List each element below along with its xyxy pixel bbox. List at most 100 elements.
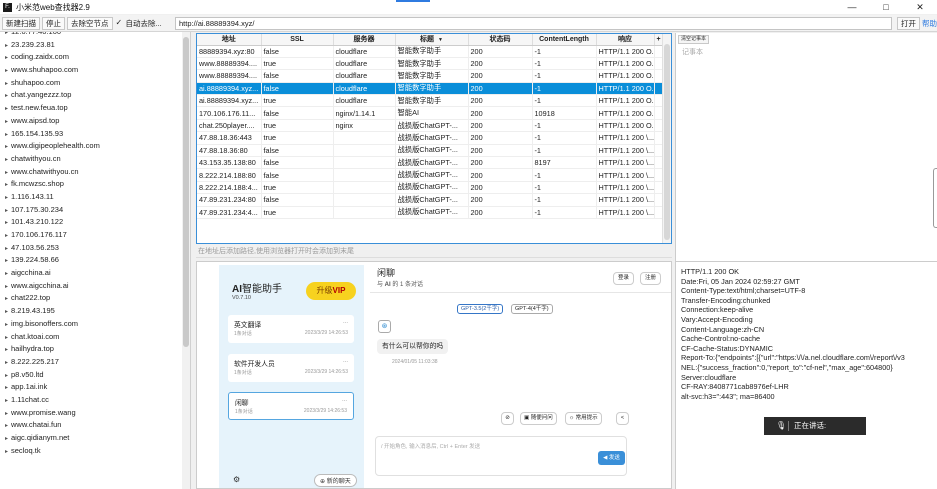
- tree-item[interactable]: 12.0.77.40.100: [0, 32, 190, 39]
- table-cell: ai.88889394.xyz...: [197, 94, 262, 108]
- table-scrollbar[interactable]: [662, 34, 671, 243]
- tree-item[interactable]: hailhydra.top: [0, 343, 190, 356]
- send-button[interactable]: ◀ 发送: [598, 451, 625, 465]
- tree-item[interactable]: aigcchina.ai: [0, 267, 190, 280]
- tree-item[interactable]: 1.11chat.cc: [0, 394, 190, 407]
- new-scan-button[interactable]: 新建扫描: [2, 16, 40, 30]
- tree-item[interactable]: chat222.top: [0, 292, 190, 305]
- stop-button[interactable]: 停止: [42, 16, 65, 30]
- tree-item[interactable]: app.1ai.ink: [0, 381, 190, 394]
- table-row[interactable]: 47.89.231.234:80 false 战损版ChatGPT-... 200 -1…: [197, 193, 664, 207]
- tree-item[interactable]: www.shuhapoo.com: [0, 64, 190, 77]
- table-row[interactable]: 170.106.176.11... false nginx/1.14.1 智能AI 20…: [197, 106, 664, 120]
- tree-item[interactable]: 23.239.23.81: [0, 39, 190, 52]
- column-header[interactable]: SSL: [261, 34, 334, 46]
- tree-item[interactable]: 47.103.56.253: [0, 242, 190, 255]
- tree-item[interactable]: 101.43.210.122: [0, 216, 190, 229]
- tree-item[interactable]: www.chatwithyou.cn: [0, 166, 190, 179]
- maximize-button[interactable]: □: [869, 0, 903, 14]
- tree-item[interactable]: secloq.tk: [0, 445, 190, 458]
- tree-item[interactable]: www.aipsd.top: [0, 115, 190, 128]
- tree-scrollbar[interactable]: [182, 32, 190, 489]
- tree-item[interactable]: www.chatai.fun: [0, 419, 190, 432]
- column-header[interactable]: 地址: [197, 34, 262, 46]
- table-row[interactable]: 47.89.231.234:4... true 战损版ChatGPT-... 200-…: [197, 206, 664, 219]
- column-header[interactable]: 状态码: [468, 34, 533, 46]
- tree-item[interactable]: www.aigcchina.ai: [0, 280, 190, 293]
- tree-item[interactable]: 1.116.143.11: [0, 191, 190, 204]
- tree-item[interactable]: chat.yangezzz.top: [0, 89, 190, 102]
- conversation-item[interactable]: 英文翻译 1条对话 2023/3/29 14:26:53...: [228, 315, 354, 343]
- tree-item[interactable]: p8.v50.ltd: [0, 369, 190, 382]
- common-prompts-button[interactable]: ☼ 常用提示: [565, 412, 602, 425]
- conversation-time: 2023/3/29 14:26:53: [304, 330, 348, 336]
- tree-item[interactable]: coding.zaidx.com: [0, 51, 190, 64]
- help-link[interactable]: 帮助: [922, 17, 937, 30]
- table-row[interactable]: 47.88.18.36:443 true 战损版ChatGPT-... 200 -1 HT…: [197, 131, 664, 145]
- table-row[interactable]: 8.222.214.188:4... true 战损版ChatGPT-... 200-…: [197, 181, 664, 195]
- settings-icon[interactable]: ⚙: [233, 475, 240, 484]
- url-input[interactable]: http://ai.88889394.xyz/: [175, 17, 892, 30]
- table-cell: true: [261, 131, 334, 145]
- tree-item[interactable]: 8.222.225.217: [0, 356, 190, 369]
- tree-item[interactable]: chat.ktoai.com: [0, 331, 190, 344]
- close-button[interactable]: ✕: [903, 0, 937, 14]
- auto-remove-checkbox[interactable]: ✓ 自动去除...: [116, 18, 162, 29]
- clear-notes-button[interactable]: 清空记事本: [678, 35, 710, 44]
- tree-item[interactable]: www.digipeoplehealth.com: [0, 140, 190, 153]
- remove-empty-nodes-button[interactable]: 去除空节点: [67, 16, 113, 30]
- tree-item[interactable]: 107.175.30.234: [0, 204, 190, 217]
- message-input[interactable]: / 开始角色, 输入消息后, Ctrl + Enter 发送: [375, 436, 627, 476]
- column-header-label: 服务器: [353, 36, 375, 44]
- conversation-item[interactable]: 软件开发人员 1条对话 2023/3/29 14:26:53...: [228, 354, 354, 382]
- column-header[interactable]: 标题 ▼: [395, 34, 469, 46]
- table-cell: www.88889394....: [197, 69, 262, 83]
- tree-item[interactable]: test.new.feua.top: [0, 102, 190, 115]
- conversation-item[interactable]: 闲聊 1条对话 2023/3/29 14:26:53...: [228, 392, 354, 420]
- upgrade-vip-button[interactable]: 升级VIP: [306, 282, 356, 300]
- tree-item[interactable]: 165.154.135.93: [0, 128, 190, 141]
- table-row[interactable]: www.88889394.... true cloudflare 智能数字助手 200-…: [197, 57, 664, 71]
- open-button[interactable]: 打开: [897, 17, 920, 30]
- tree-item[interactable]: shuhapoo.com: [0, 77, 190, 90]
- table-row[interactable]: www.88889394.... false cloudflare 智能数字助手 200…: [197, 69, 664, 83]
- table-row[interactable]: 43.153.35.138:80 false 战损版ChatGPT-... 200 81…: [197, 156, 664, 170]
- login-button[interactable]: 登录: [613, 272, 634, 285]
- notes-panel[interactable]: 清空记事本 记事本: [675, 33, 937, 261]
- column-header[interactable]: 服务器: [333, 34, 396, 46]
- tree-item[interactable]: www.promise.wang: [0, 407, 190, 420]
- tree-item[interactable]: aigc.qidianym.net: [0, 432, 190, 445]
- random-question-button[interactable]: ▣ 随便问问: [520, 412, 557, 425]
- tree-item[interactable]: 139.224.58.66: [0, 254, 190, 267]
- table-row[interactable]: 88889394.xyz:80 false cloudflare 智能数字助手 200-…: [197, 45, 664, 58]
- tree-scrollbar-thumb[interactable]: [183, 37, 189, 347]
- tree-item[interactable]: img.bisonoffers.com: [0, 318, 190, 331]
- new-chat-button[interactable]: ⊕ 新的聊天: [314, 474, 357, 487]
- tree-item[interactable]: 170.106.176.117: [0, 229, 190, 242]
- table-row[interactable]: ai.88889394.xyz... false cloudflare 智能数字助手 2…: [197, 82, 664, 96]
- column-header[interactable]: ContentLength: [532, 34, 597, 46]
- minimize-button[interactable]: —: [835, 0, 869, 14]
- clear-context-icon[interactable]: ⊘: [501, 412, 514, 425]
- tree-item[interactable]: fk.mcwzsc.shop: [0, 178, 190, 191]
- table-cell: 战损版ChatGPT-...: [395, 181, 469, 195]
- table-row[interactable]: 47.88.18.36:80 false 战损版ChatGPT-... 200 -1 HT…: [197, 144, 664, 158]
- table-scrollbar-thumb[interactable]: [664, 44, 670, 240]
- table-cell: HTTP/1.1 200 O...: [596, 45, 655, 58]
- table-row[interactable]: ai.88889394.xyz... true cloudflare 智能数字助手 20…: [197, 94, 664, 108]
- model-gpt35-button[interactable]: GPT-3.5(2千字): [457, 304, 504, 314]
- path-hint-input[interactable]: 在地址后添加路径,使用浏览器打开时会添加到末尾: [196, 246, 672, 258]
- table-row[interactable]: 8.222.214.188:80 false 战损版ChatGPT-... 200 -1…: [197, 168, 664, 182]
- tree-item[interactable]: 8.219.43.195: [0, 305, 190, 318]
- bot-message-time: 2024/01/05 11:03:38: [392, 359, 438, 365]
- notes-side-handle[interactable]: [933, 168, 937, 228]
- table-cell: 8.222.214.188:4...: [197, 181, 262, 195]
- register-button[interactable]: 注册: [640, 272, 661, 285]
- tree-item[interactable]: chatwithyou.cn: [0, 153, 190, 166]
- column-header[interactable]: 响应: [596, 34, 655, 46]
- share-icon[interactable]: <: [616, 412, 629, 425]
- table-cell: 10918: [532, 106, 597, 120]
- response-panel[interactable]: HTTP/1.1 200 OK Date:Fri, 05 Jan 2024 02:…: [675, 261, 937, 489]
- table-row[interactable]: chat.250player.... true nginx 战损版ChatGPT-..…: [197, 119, 664, 133]
- model-gpt4-button[interactable]: GPT-4(4千字): [511, 304, 553, 314]
